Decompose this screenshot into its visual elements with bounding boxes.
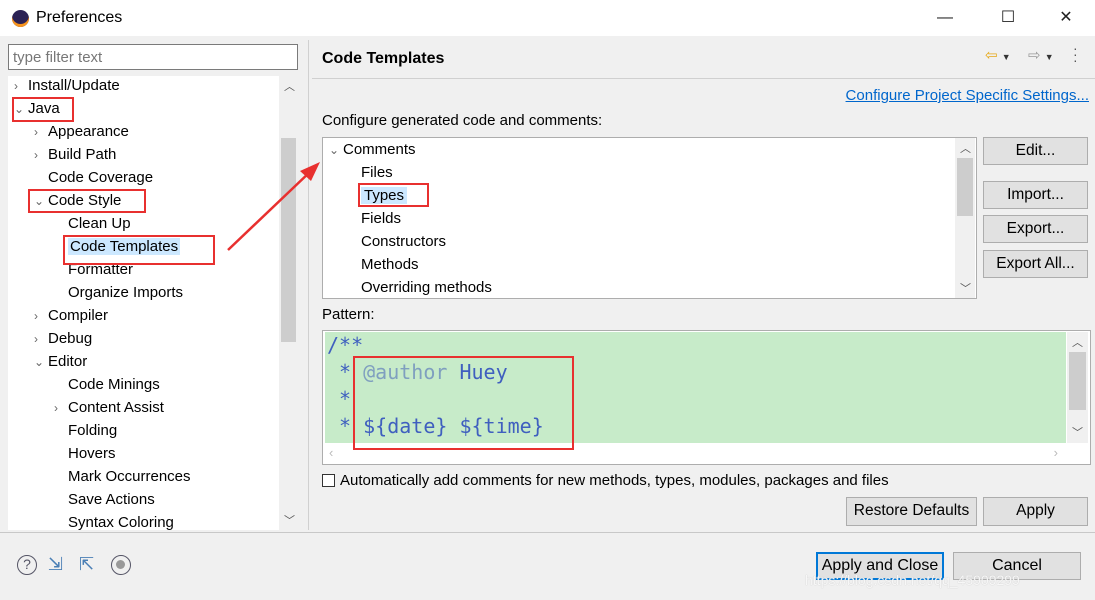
- annotation-arrow: [227, 162, 320, 251]
